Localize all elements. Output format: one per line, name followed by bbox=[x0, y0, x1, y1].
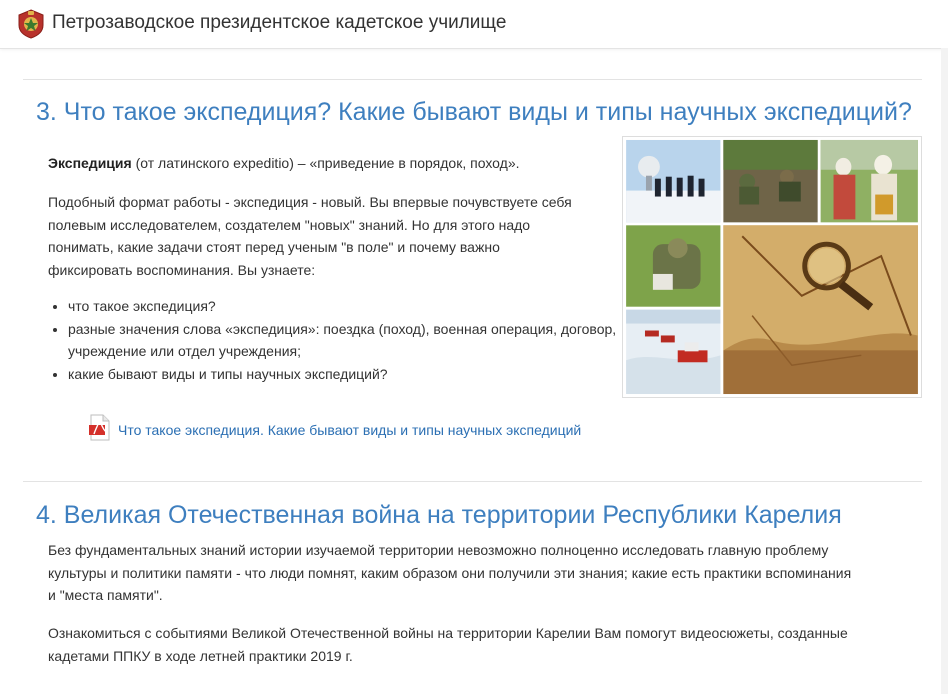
pdf-link-text[interactable]: Что такое экспедиция. Какие бывают виды … bbox=[118, 422, 581, 438]
topics-list: что такое экспедиция? разные значения сл… bbox=[48, 295, 628, 385]
war-history-paragraph: Без фундаментальных знаний истории изуча… bbox=[48, 539, 928, 607]
definition-text: (от латинского expeditio) – «приведение … bbox=[131, 155, 520, 171]
paragraph-line: Без фундаментальных знаний истории изуча… bbox=[48, 542, 829, 558]
video-info-paragraph: Ознакомиться с событиями Великой Отечест… bbox=[48, 622, 928, 667]
site-title[interactable]: Петрозаводское президентское кадетское у… bbox=[52, 12, 506, 34]
pdf-file-icon[interactable] bbox=[88, 414, 112, 442]
site-header: Петрозаводское президентское кадетское у… bbox=[0, 0, 948, 49]
definition-paragraph: Экспедиция (от латинского expeditio) – «… bbox=[48, 152, 608, 175]
paragraph-line: Ознакомиться с событиями Великой Отечест… bbox=[48, 625, 848, 641]
section-3-title: 3. Что такое экспедиция? Какие бывают ви… bbox=[36, 98, 912, 126]
expedition-photo-collage bbox=[622, 136, 922, 398]
list-item: какие бывают виды и типы научных экспеди… bbox=[68, 363, 628, 386]
paragraph-line: культуры и политики памяти - что люди по… bbox=[48, 564, 852, 581]
paragraph-line: и "места памяти". bbox=[48, 587, 163, 603]
list-item: что такое экспедиция? bbox=[68, 295, 628, 318]
paragraph-line: понимать, какие задачи стоят перед учены… bbox=[48, 239, 500, 255]
intro-paragraph: Подобный формат работы - экспедиция - но… bbox=[48, 191, 618, 281]
paragraph-line: полевым исследователем, создателем "новы… bbox=[48, 216, 531, 233]
list-item: разные значения слова «экспедиция»: поез… bbox=[68, 318, 628, 363]
paragraph-line: кадетами ППКУ в ходе летней практики 201… bbox=[48, 647, 353, 664]
section-4-title: 4. Великая Отечественная война на террит… bbox=[36, 501, 842, 529]
paragraph-line: Подобный формат работы - экспедиция - но… bbox=[48, 194, 572, 210]
divider bbox=[23, 79, 922, 80]
definition-term: Экспедиция bbox=[48, 155, 132, 171]
emblem-icon[interactable] bbox=[17, 9, 45, 39]
divider bbox=[23, 481, 922, 482]
scrollbar[interactable] bbox=[941, 48, 948, 694]
paragraph-line: фиксировать воспоминания. Вы узнаете: bbox=[48, 261, 316, 278]
